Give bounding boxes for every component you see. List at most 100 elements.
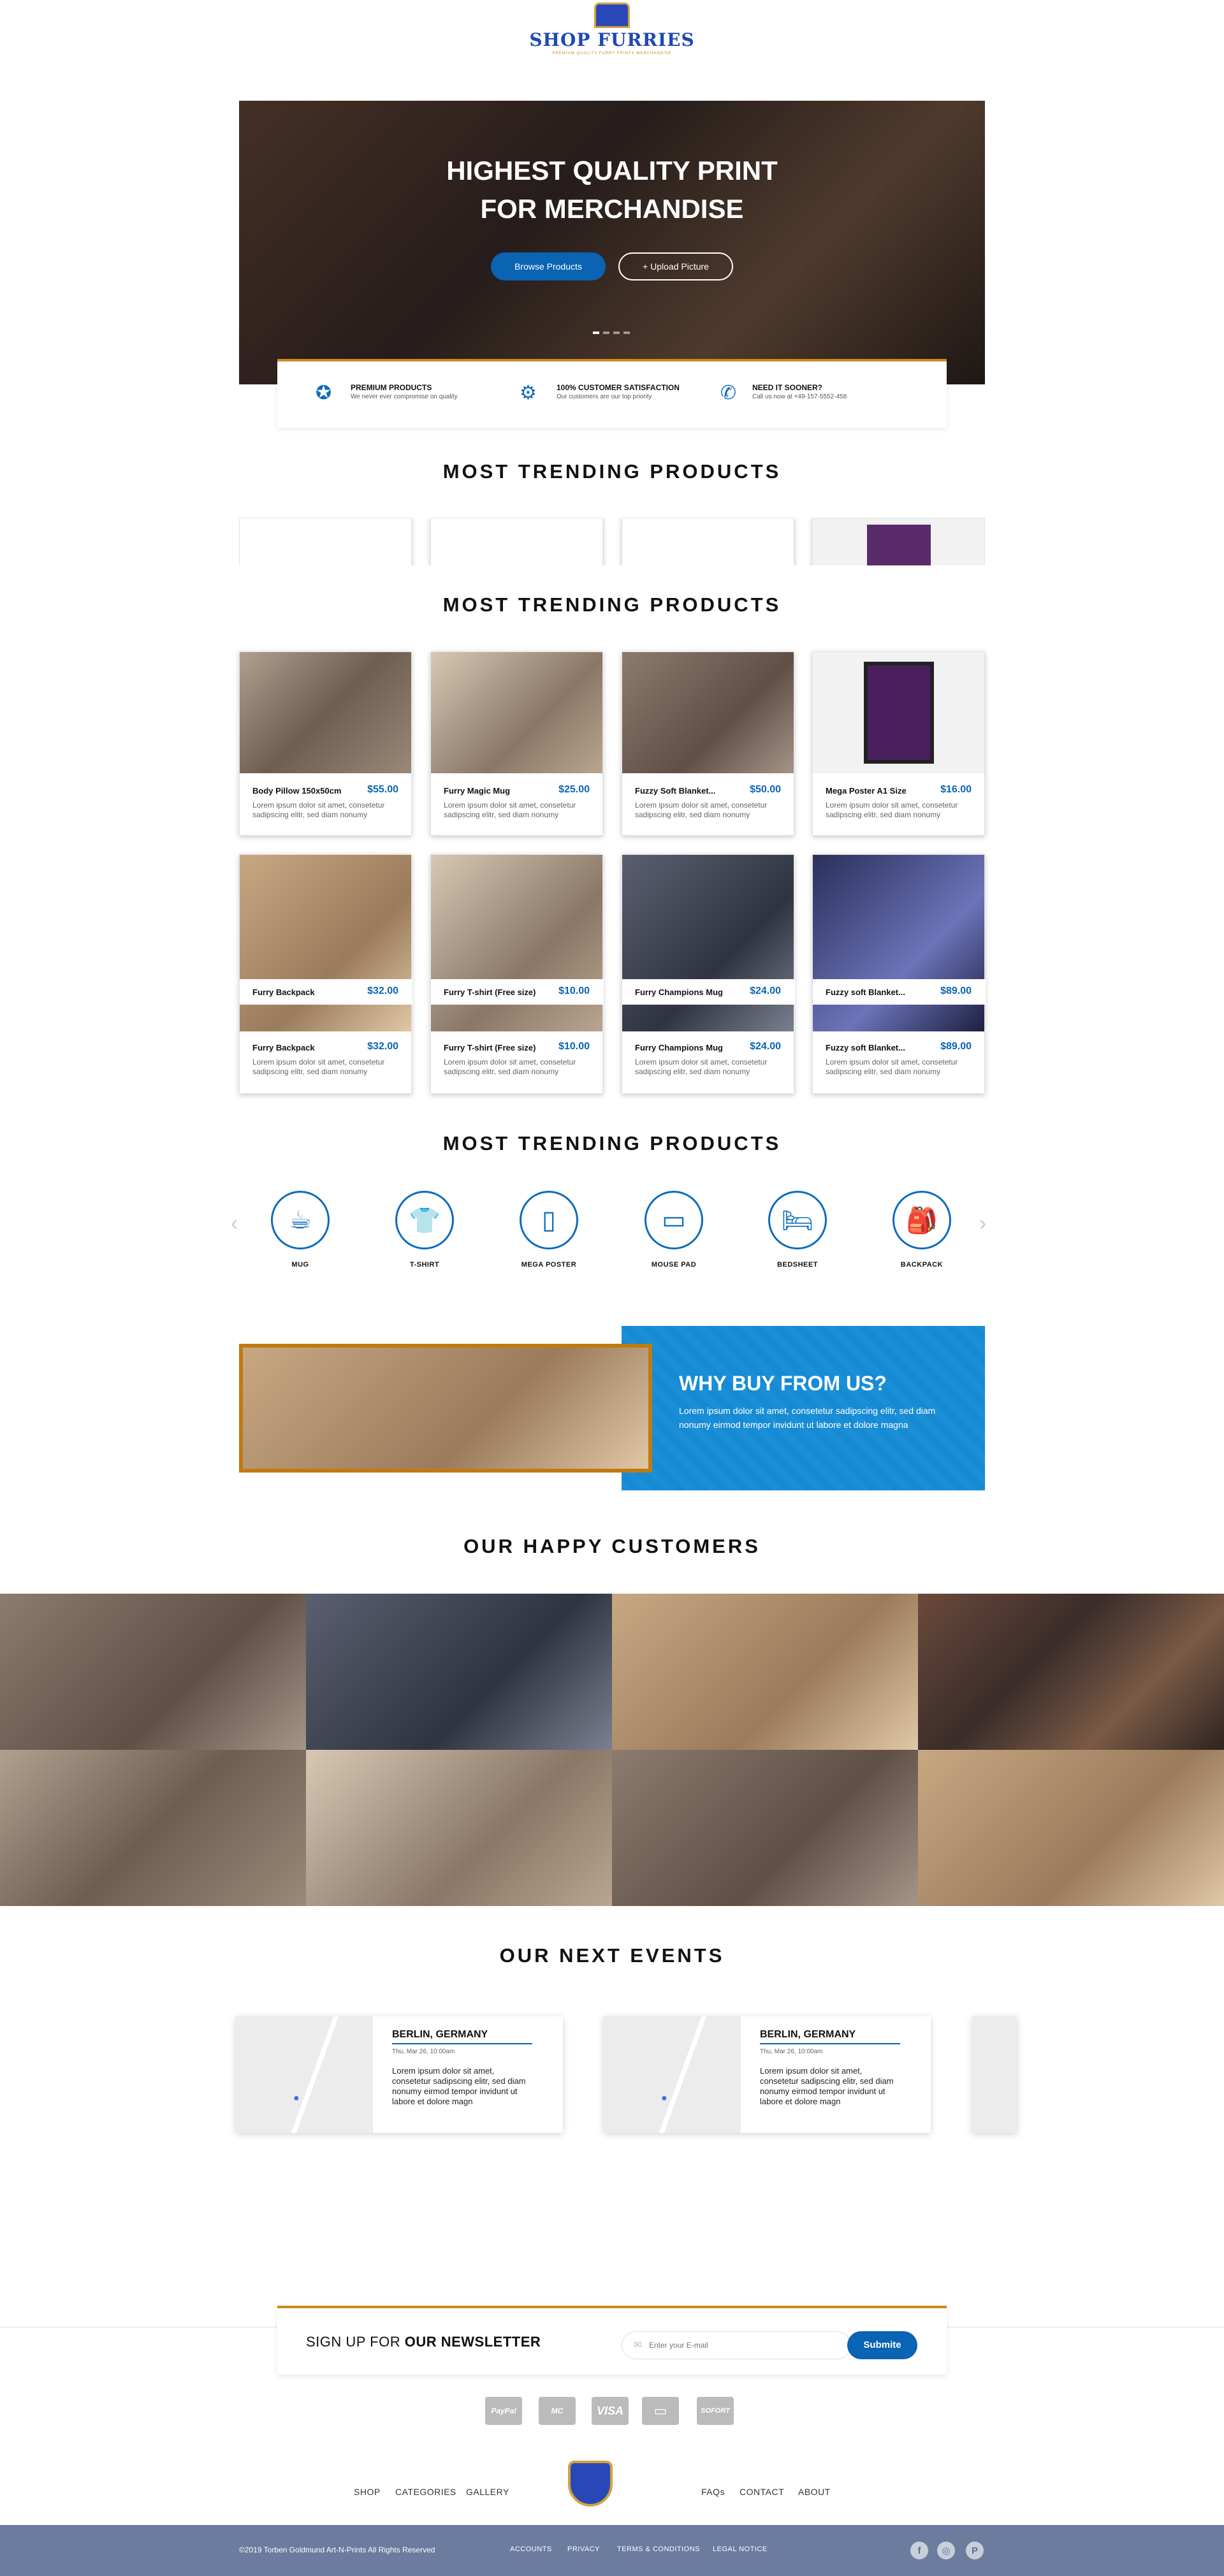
- event-card[interactable]: ● BERLIN, GERMANY Thu, Mar 26, 10:00am L…: [236, 2016, 563, 2133]
- slider-dots: [593, 331, 631, 335]
- satisfaction-icon: ⚙: [520, 382, 537, 404]
- event-card[interactable]: ● BERLIN, GERMANY Thu, Mar 26, 10:00am L…: [604, 2016, 931, 2133]
- tshirt-icon: 👕: [395, 1191, 454, 1249]
- event-desc: Lorem ipsum dolor sit amet, consetetur s…: [760, 2066, 894, 2106]
- sofort-icon: SOFORT: [697, 2397, 734, 2425]
- instagram-icon[interactable]: ◎: [937, 2542, 955, 2559]
- site-logo[interactable]: SHOP FURRIES PREMIUM QUALITY FURRY PRINT…: [510, 0, 714, 75]
- customer-photo[interactable]: [306, 1594, 612, 1750]
- customer-gallery: [0, 1594, 1224, 1906]
- preview-card-4[interactable]: [812, 518, 985, 565]
- product-card[interactable]: Body Pillow 150x50cm $55.00 Lorem ipsum …: [239, 651, 412, 836]
- product-image: [240, 855, 411, 1031]
- customer-photo[interactable]: [612, 1750, 918, 1906]
- product-card[interactable]: Furry T-shirt (Free size) $10.00 Furry T…: [430, 854, 604, 1094]
- product-card[interactable]: Furry Backpack $32.00 Furry Backpack $32…: [239, 854, 412, 1094]
- bottom-link-legal[interactable]: LEGAL NOTICE: [713, 2545, 768, 2553]
- product-card[interactable]: Fuzzy Soft Blanket... $50.00 Lorem ipsum…: [622, 651, 794, 836]
- bottom-link-privacy[interactable]: PRIVACY: [567, 2545, 600, 2553]
- preview-card-3[interactable]: [622, 518, 794, 565]
- events-title: OUR NEXT EVENTS: [499, 1944, 725, 1967]
- customer-photo[interactable]: [0, 1594, 306, 1750]
- product-card[interactable]: Furry Magic Mug $25.00 Lorem ipsum dolor…: [430, 651, 603, 836]
- category-poster[interactable]: ▯ MEGA POSTER: [520, 1191, 578, 1269]
- product-price: $10.00: [558, 1041, 590, 1052]
- trending-title-3: MOST TRENDING PRODUCTS: [442, 1132, 782, 1154]
- footer-link-categories[interactable]: CATEGORIES: [395, 2487, 456, 2497]
- footer-link-gallery[interactable]: GALLERY: [466, 2487, 509, 2497]
- why-section: WHY BUY FROM US? Lorem ipsum dolor sit a…: [239, 1326, 985, 1490]
- phone-icon: ✆: [720, 382, 737, 404]
- brand-tagline: PREMIUM QUALITY FURRY PRINTS MERCHANDISE: [552, 52, 672, 55]
- footer-link-about[interactable]: ABOUT: [798, 2487, 831, 2497]
- hero-banner: HIGHEST QUALITY PRINT FOR MERCHANDISE Br…: [239, 101, 985, 384]
- product-desc: Lorem ipsum dolor sit amet, consetetur s…: [252, 801, 385, 819]
- slider-dot-2[interactable]: [603, 331, 609, 334]
- product-image: [622, 855, 794, 1031]
- preview-card-2[interactable]: [430, 518, 603, 565]
- product-image: [813, 855, 984, 1031]
- preview-card-1[interactable]: [239, 518, 412, 565]
- customer-photo[interactable]: [918, 1594, 1224, 1750]
- slider-dot-1[interactable]: [593, 331, 599, 334]
- footer-logo[interactable]: [560, 2457, 620, 2512]
- customer-photo[interactable]: [0, 1750, 306, 1906]
- product-name: Furry Backpack: [252, 1043, 315, 1052]
- carousel-next-button[interactable]: ›: [979, 1211, 986, 1236]
- product-desc: Lorem ipsum dolor sit amet, consetetur s…: [635, 801, 768, 819]
- event-map: [972, 2016, 1017, 2133]
- bottom-bar: ©2019 Torben Goldmund Art-N-Prints All R…: [0, 2525, 1224, 2576]
- copyright: ©2019 Torben Goldmund Art-N-Prints All R…: [239, 2545, 435, 2554]
- bottom-link-terms[interactable]: TERMS & CONDITIONS: [617, 2545, 700, 2553]
- customer-photo[interactable]: [612, 1594, 918, 1750]
- browse-products-button[interactable]: Browse Products: [491, 252, 606, 280]
- product-hover-name: Furry T-shirt (Free size): [444, 987, 536, 997]
- category-label: BACKPACK: [900, 1261, 943, 1269]
- product-card[interactable]: Fuzzy soft Blanket... $89.00 Fuzzy soft …: [812, 854, 986, 1094]
- card-icon: ▭: [642, 2397, 679, 2425]
- crest-icon: [594, 3, 630, 28]
- product-hover-name: Fuzzy soft Blanket...: [826, 987, 905, 997]
- carousel-prev-button[interactable]: ‹: [231, 1211, 238, 1236]
- product-desc: Lorem ipsum dolor sit amet, consetetur s…: [635, 1058, 768, 1076]
- footer-link-shop[interactable]: SHOP: [354, 2487, 381, 2497]
- facebook-icon[interactable]: f: [910, 2542, 928, 2559]
- slider-dot-4[interactable]: [623, 331, 630, 334]
- event-desc: Lorem ipsum dolor sit amet, consetetur s…: [392, 2066, 526, 2106]
- product-card[interactable]: Furry Champions Mug $24.00 Furry Champio…: [622, 854, 795, 1094]
- newsletter-email-field[interactable]: ✉: [622, 2331, 851, 2359]
- product-price: $50.00: [750, 784, 781, 795]
- event-card-partial[interactable]: [972, 2016, 1017, 2133]
- pinterest-icon[interactable]: P: [966, 2542, 984, 2559]
- product-image: [622, 652, 794, 773]
- product-name: Mega Poster A1 Size: [826, 786, 907, 796]
- product-price: $89.00: [940, 1041, 972, 1052]
- customer-photo[interactable]: [306, 1750, 612, 1906]
- trending-title-2: MOST TRENDING PRODUCTS: [442, 593, 782, 616]
- footer-link-contact[interactable]: CONTACT: [740, 2487, 784, 2497]
- category-mousepad[interactable]: ▭ MOUSE PAD: [645, 1191, 703, 1269]
- product-price: $24.00: [750, 1041, 781, 1052]
- product-card[interactable]: Mega Poster A1 Size $16.00 Lorem ipsum d…: [812, 651, 985, 836]
- category-mug[interactable]: ☕ MUG: [271, 1191, 330, 1269]
- category-backpack[interactable]: 🎒 BACKPACK: [892, 1191, 951, 1269]
- category-bedsheet[interactable]: 🛏 BEDSHEET: [768, 1191, 827, 1269]
- customers-title: OUR HAPPY CUSTOMERS: [463, 1535, 761, 1557]
- slider-dot-3[interactable]: [613, 331, 620, 334]
- event-map: ●: [604, 2016, 741, 2133]
- product-desc: Lorem ipsum dolor sit amet, consetetur s…: [444, 801, 576, 819]
- poster-icon: ▯: [520, 1191, 578, 1249]
- email-input[interactable]: [649, 2337, 796, 2354]
- footer-link-faqs[interactable]: FAQs: [701, 2487, 725, 2497]
- product-image: [240, 652, 411, 773]
- why-text: Lorem ipsum dolor sit amet, consetetur s…: [679, 1406, 936, 1430]
- upload-picture-button[interactable]: + Upload Picture: [618, 252, 733, 280]
- category-tshirt[interactable]: 👕 T-SHIRT: [395, 1191, 454, 1269]
- customer-photo[interactable]: [918, 1750, 1224, 1906]
- hero-title: HIGHEST QUALITY PRINT FOR MERCHANDISE: [446, 156, 778, 224]
- product-name: Furry Magic Mug: [444, 786, 511, 796]
- newsletter-submit-button[interactable]: Submite: [847, 2331, 917, 2359]
- product-hover-name: Furry Backpack: [252, 987, 315, 997]
- bottom-link-accounts[interactable]: ACCOUNTS: [510, 2545, 552, 2553]
- mousepad-icon: ▭: [645, 1191, 703, 1249]
